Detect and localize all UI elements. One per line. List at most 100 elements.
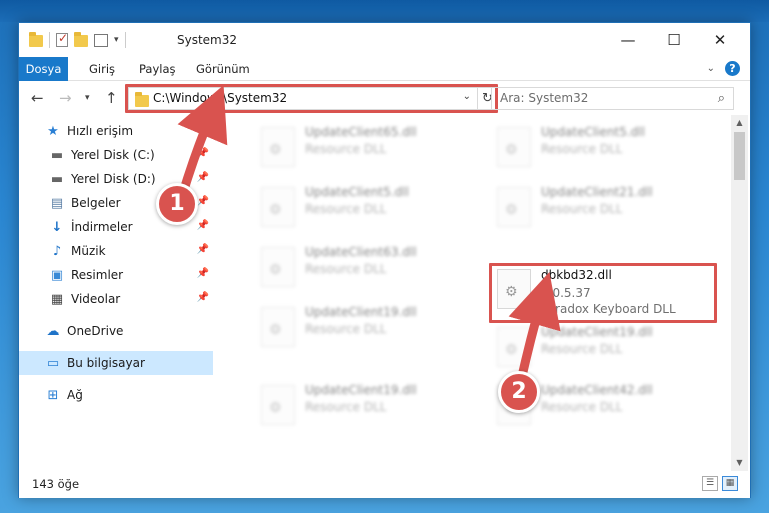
help-icon[interactable]: ?: [725, 61, 740, 76]
properties-check-icon[interactable]: [56, 31, 68, 47]
network-icon: ⊞: [47, 387, 59, 403]
dll-file-icon: [497, 327, 531, 367]
drive-icon: ▬: [50, 171, 64, 187]
dll-file-icon: [261, 385, 295, 425]
file-name: UpdateClient19.dll: [305, 305, 417, 319]
sidebar-item-label: Ağ: [67, 388, 83, 402]
file-item[interactable]: UpdateClient5.dll Resource DLL: [487, 121, 707, 177]
sidebar-item-label: Yerel Disk (D:): [71, 172, 156, 186]
sidebar-item-label: Belgeler: [71, 196, 121, 210]
sidebar-item-this-pc[interactable]: ▭ Bu bilgisayar: [19, 351, 213, 375]
file-type: Resource DLL: [541, 342, 623, 356]
sidebar-item-quick-access[interactable]: ★ Hızlı erişim: [19, 119, 213, 143]
toolbar-divider: [124, 32, 126, 48]
vertical-scrollbar[interactable]: ▲ ▼: [731, 115, 748, 471]
file-explorer-window: ▾ System32 — ☐ ✕ Dosya Giriş Paylaş Görü…: [18, 22, 751, 498]
forward-arrow-icon[interactable]: →: [59, 89, 72, 107]
step-callout-1: 1: [156, 183, 198, 225]
pin-icon[interactable]: 📌: [197, 148, 209, 159]
maximize-button[interactable]: ☐: [651, 23, 697, 57]
minimize-button[interactable]: —: [605, 23, 651, 57]
pin-icon[interactable]: 📌: [197, 220, 209, 231]
dll-file-icon: [497, 127, 531, 167]
sidebar-item-label: Resimler: [71, 268, 124, 282]
tab-share[interactable]: Paylaş: [139, 57, 176, 81]
file-item[interactable]: UpdateClient19.dll Resource DLL: [251, 379, 471, 435]
dll-file-icon: [497, 187, 531, 227]
tab-home[interactable]: Giriş: [89, 57, 115, 81]
file-type: Resource DLL: [305, 142, 387, 156]
pin-icon[interactable]: 📌: [197, 268, 209, 279]
scrollbar-thumb[interactable]: [734, 132, 745, 180]
file-type: Resource DLL: [541, 400, 623, 414]
qat-dropdown-icon[interactable]: ▾: [114, 35, 119, 45]
dll-file-icon: [261, 187, 295, 227]
details-view-icon[interactable]: ☰: [702, 476, 718, 491]
sidebar-item-label: İndirmeler: [71, 220, 133, 234]
back-arrow-icon[interactable]: ←: [31, 89, 44, 107]
customize-icon[interactable]: [94, 33, 108, 47]
file-type: Resource DLL: [305, 202, 387, 216]
file-highlight-box: [489, 263, 717, 323]
file-type: Resource DLL: [305, 322, 387, 336]
search-input[interactable]: Ara: System32 ⌕: [491, 87, 734, 110]
file-name: UpdateClient63.dll: [305, 245, 417, 259]
pin-icon[interactable]: 📌: [197, 172, 209, 183]
sidebar-item-label: Bu bilgisayar: [67, 356, 145, 370]
item-count: 143 öğe: [32, 477, 80, 491]
download-icon: ↓: [51, 219, 63, 235]
scroll-down-icon[interactable]: ▼: [731, 455, 748, 471]
ribbon-tabs: Dosya Giriş Paylaş Görünüm ⌄ ?: [19, 57, 750, 81]
quick-access-toolbar: ▾: [29, 31, 126, 48]
pin-icon[interactable]: 📌: [197, 292, 209, 303]
tab-view[interactable]: Görünüm: [196, 57, 250, 81]
toolbar-divider: [49, 32, 50, 48]
pictures-icon: ▣: [50, 267, 64, 283]
file-item[interactable]: UpdateClient19.dll Resource DLL: [487, 321, 707, 377]
folder-icon[interactable]: [29, 32, 43, 47]
desktop-background: [0, 0, 769, 22]
close-button[interactable]: ✕: [697, 23, 743, 57]
sidebar-item-music[interactable]: ♪ Müzik 📌: [19, 239, 213, 263]
sidebar-item-local-disk-c[interactable]: ▬ Yerel Disk (C:) 📌: [19, 143, 213, 167]
address-highlight-box: [125, 84, 498, 113]
drive-icon: ▬: [50, 147, 64, 163]
sidebar-item-onedrive[interactable]: ☁ OneDrive: [19, 319, 213, 343]
search-icon[interactable]: ⌕: [718, 91, 725, 106]
sidebar-item-network[interactable]: ⊞ Ağ: [19, 383, 213, 407]
new-folder-icon[interactable]: [74, 32, 88, 47]
file-item[interactable]: UpdateClient19.dll Resource DLL: [251, 301, 471, 357]
file-name: UpdateClient65.dll: [305, 125, 417, 139]
dll-file-icon: [261, 247, 295, 287]
file-type: Resource DLL: [305, 400, 387, 414]
document-icon: ▤: [50, 195, 64, 211]
tab-file[interactable]: Dosya: [19, 57, 68, 81]
search-placeholder: Ara: System32: [500, 91, 589, 105]
pin-icon[interactable]: 📌: [197, 244, 209, 255]
sidebar-item-label: Hızlı erişim: [67, 124, 134, 138]
file-item[interactable]: UpdateClient65.dll Resource DLL: [251, 121, 471, 177]
chevron-down-icon[interactable]: ⌄: [707, 63, 715, 74]
recent-locations-icon[interactable]: ▾: [85, 93, 90, 103]
dll-file-icon: [261, 127, 295, 167]
file-item[interactable]: UpdateClient63.dll Resource DLL: [251, 241, 471, 297]
sidebar-item-videos[interactable]: ▦ Videolar 📌: [19, 287, 213, 311]
file-item[interactable]: UpdateClient21.dll Resource DLL: [487, 181, 707, 237]
music-icon: ♪: [52, 243, 62, 259]
file-name: UpdateClient5.dll: [305, 185, 409, 199]
scroll-up-icon[interactable]: ▲: [731, 115, 748, 131]
file-item[interactable]: UpdateClient5.dll Resource DLL: [251, 181, 471, 237]
sidebar-item-label: Müzik: [71, 244, 106, 258]
navigation-bar: ← → ▾ ↑ C:\Windows\System32 ⌄ ↻ Ara: Sys…: [19, 81, 750, 115]
video-icon: ▦: [50, 291, 64, 307]
up-arrow-icon[interactable]: ↑: [105, 89, 118, 107]
pin-icon[interactable]: 📌: [197, 196, 209, 207]
sidebar-item-pictures[interactable]: ▣ Resimler 📌: [19, 263, 213, 287]
file-type: Resource DLL: [541, 202, 623, 216]
step-callout-2: 2: [498, 371, 540, 413]
sidebar-item-label: Videolar: [71, 292, 121, 306]
sidebar-item-label: OneDrive: [67, 324, 124, 338]
large-icons-view-icon[interactable]: ▦: [722, 476, 738, 491]
sidebar-item-label: Yerel Disk (C:): [71, 148, 155, 162]
file-list: UpdateClient65.dll Resource DLL UpdateCl…: [231, 115, 729, 471]
